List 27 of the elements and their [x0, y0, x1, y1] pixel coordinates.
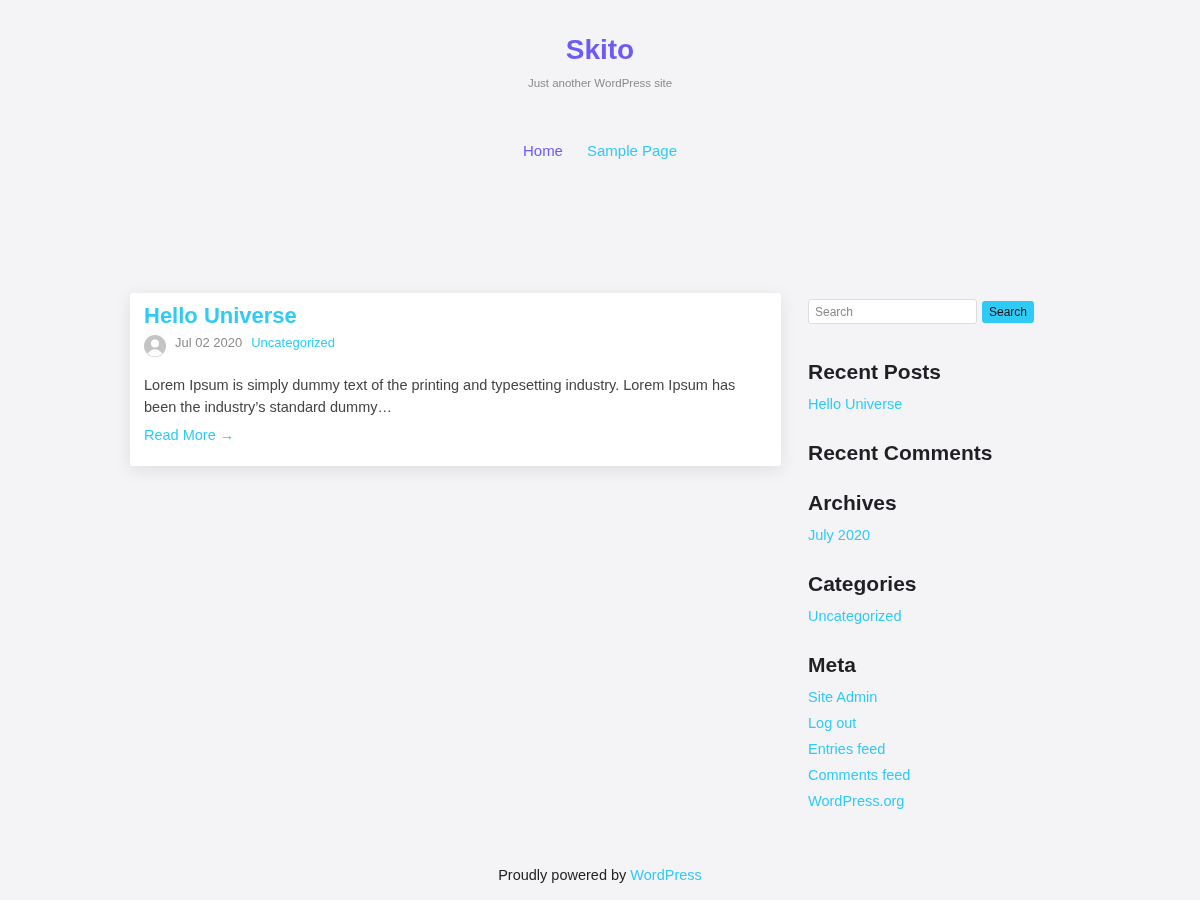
widget-link[interactable]: Entries feed [808, 736, 886, 762]
post-title-link[interactable]: Hello Universe [144, 303, 297, 328]
category-link[interactable]: Uncategorized [251, 335, 336, 351]
widget-link[interactable]: July 2020 [808, 522, 871, 548]
footer-credit: Proudly powered by WordPress [498, 866, 702, 885]
widget-link[interactable]: WordPress.org [808, 788, 905, 814]
widget-link[interactable]: Site Admin [808, 684, 878, 710]
widget-heading: Categories [808, 571, 917, 597]
avatar-icon [144, 335, 166, 357]
search-field[interactable]: Search [808, 299, 977, 324]
widget-heading: Archives [808, 490, 897, 516]
read-more-link[interactable]: Read More → [144, 424, 235, 446]
widget-heading: Recent Posts [808, 359, 942, 385]
widget-heading: Meta [808, 652, 856, 678]
widget-link[interactable]: Hello Universe [808, 391, 903, 417]
search-button[interactable]: Search [982, 300, 1035, 323]
widget-link[interactable]: Log out [808, 710, 857, 736]
post-date: Jul 02 2020 [175, 335, 243, 351]
nav-link[interactable]: Home [522, 140, 563, 162]
nav-link[interactable]: Sample Page [586, 140, 678, 162]
widget-heading: Recent Comments [808, 440, 993, 466]
widget-link[interactable]: Comments feed [808, 762, 911, 788]
site-title[interactable]: Skito [565, 32, 635, 68]
post-excerpt: Lorem Ipsum is simply dummy text of the printing and typesetting industry. Lorem Ipsum has been the industry’s standard dummy… [144, 376, 737, 417]
site-tagline: Just another WordPress site [527, 76, 673, 91]
widget-link[interactable]: Uncategorized [808, 603, 902, 629]
wordpress-link[interactable]: WordPress [630, 867, 702, 883]
